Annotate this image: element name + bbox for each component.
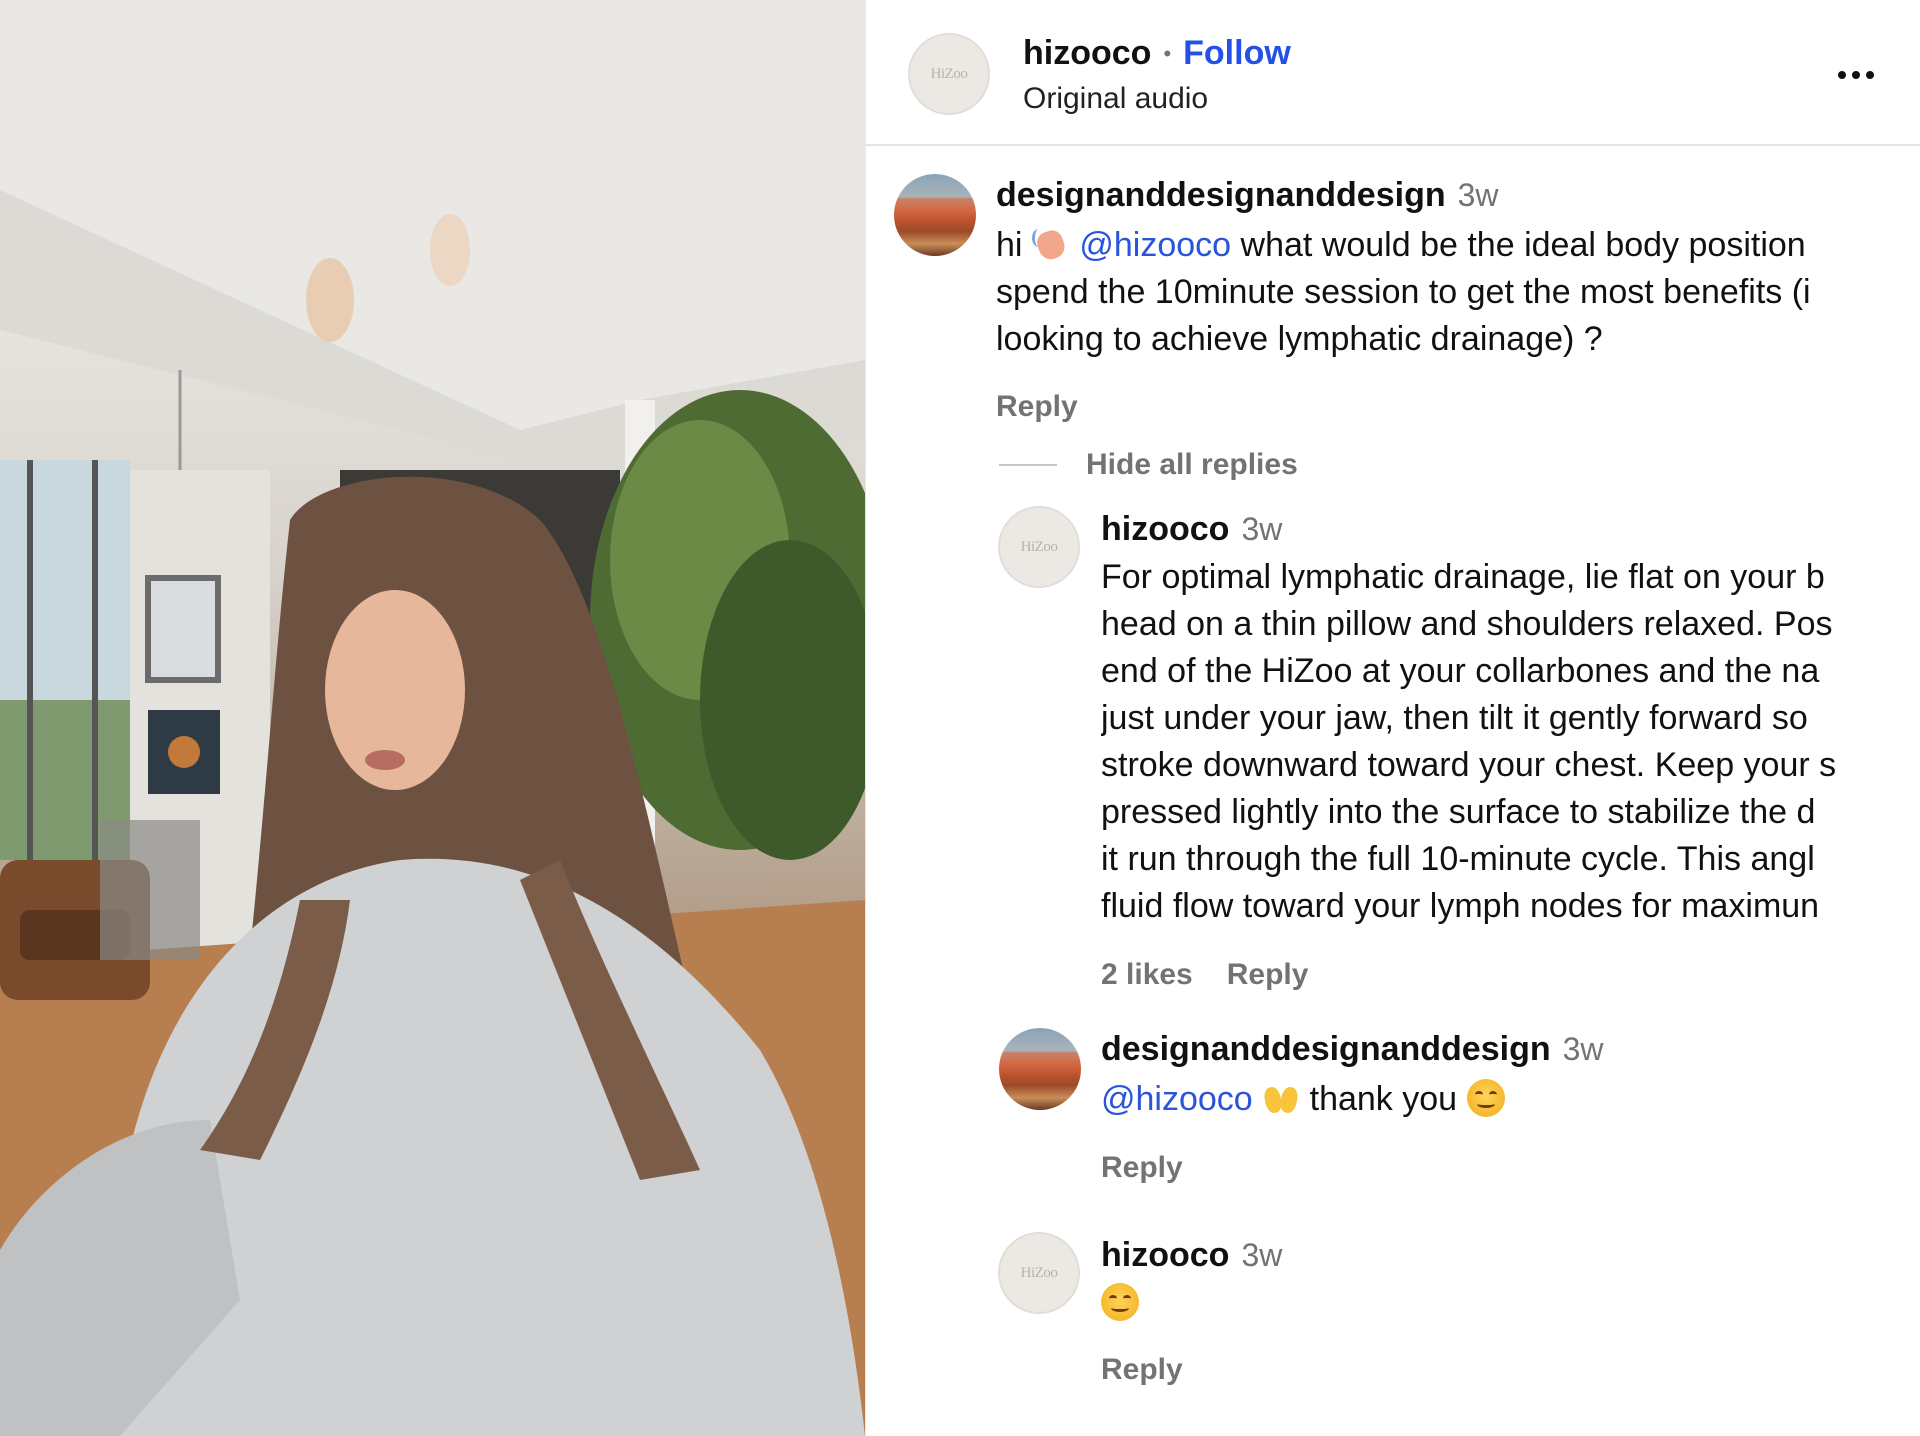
reply-line: stroke downward toward your chest. Keep … (1101, 746, 1837, 784)
reply-button[interactable]: Reply (1101, 1353, 1183, 1387)
mention-link[interactable]: @hizooco (1079, 226, 1231, 264)
reply-time: 3w (1241, 511, 1283, 547)
reply-button[interactable]: Reply (1227, 958, 1309, 992)
reply-text (1101, 1280, 1906, 1327)
reply-actions: 2 likes Reply (1101, 958, 1308, 992)
author-line: hizooco • Follow (1023, 34, 1291, 73)
reply-button[interactable]: Reply (1101, 1151, 1183, 1185)
mention-link[interactable]: @hizooco (1101, 1080, 1253, 1118)
reply-line: pressed lightly into the surface to stab… (1101, 793, 1816, 831)
replies-divider (999, 464, 1057, 466)
reply-header: hizooco 3w (1101, 510, 1282, 549)
reply-line: head on a thin pillow and shoulders rela… (1101, 605, 1833, 643)
reply-line: it run through the full 10-minute cycle.… (1101, 840, 1815, 878)
smiling-face-emoji (1101, 1283, 1139, 1321)
more-dot (1838, 71, 1846, 79)
comment-line: spend the 10minute session to get the mo… (996, 273, 1811, 311)
reply-line: fluid flow toward your lymph nodes for m… (1101, 887, 1820, 925)
reply-username[interactable]: hizooco (1101, 1236, 1229, 1275)
reply-button[interactable]: Reply (996, 390, 1078, 424)
smiling-face-emoji (1466, 1079, 1505, 1117)
reply-time: 3w (1562, 1031, 1604, 1067)
reply-avatar[interactable]: HiZoo (998, 1232, 1080, 1314)
video-player[interactable] (0, 0, 865, 1436)
comment-line: hi @hizooco what would be the ideal body… (996, 222, 1906, 269)
likes-count[interactable]: 2 likes (1101, 958, 1193, 992)
reply-actions: Reply (1101, 1353, 1183, 1387)
comments-panel: HiZoo hizooco • Follow Original audio de… (865, 0, 1920, 1436)
comment-username[interactable]: designanddesignanddesign (996, 176, 1446, 215)
comment-time: 3w (1457, 177, 1499, 213)
reply-actions: Reply (1101, 1151, 1183, 1185)
comment-line: looking to achieve lymphatic drainage) ? (996, 320, 1603, 358)
more-options-icon[interactable] (1831, 55, 1881, 95)
reply-username[interactable]: designanddesignanddesign (1101, 1030, 1551, 1069)
author-username[interactable]: hizooco (1023, 34, 1151, 73)
comment-header: designanddesignanddesign 3w (996, 176, 1499, 215)
hide-replies-button[interactable]: Hide all replies (1086, 448, 1298, 482)
waving-hand-emoji (1031, 225, 1070, 263)
reply-avatar[interactable] (999, 1028, 1081, 1110)
more-dot (1866, 71, 1874, 79)
follow-button[interactable]: Follow (1183, 34, 1291, 73)
reply-header: designanddesignanddesign 3w (1101, 1030, 1604, 1069)
post-header: HiZoo hizooco • Follow Original audio (866, 0, 1920, 146)
reply-line: end of the HiZoo at your collarbones and… (1101, 652, 1820, 690)
reply-header: hizooco 3w (1101, 1236, 1282, 1275)
reply-line-text: thank you (1309, 1080, 1458, 1118)
comment-text-prefix: hi (996, 226, 1023, 264)
author-avatar[interactable]: HiZoo (908, 33, 990, 115)
app-root: HiZoo hizooco • Follow Original audio de… (0, 0, 1920, 1436)
audio-label[interactable]: Original audio (1023, 82, 1208, 116)
comment-line-text: what would be the ideal body position (1240, 226, 1806, 264)
commenter-avatar[interactable] (894, 174, 976, 256)
separator-dot: • (1163, 40, 1172, 66)
reply-text: @hizooco thank you (1101, 1076, 1906, 1123)
reply-line: For optimal lymphatic drainage, lie flat… (1101, 558, 1825, 596)
comment-text: hi @hizooco what would be the ideal body… (996, 222, 1906, 363)
more-dot (1852, 71, 1860, 79)
reply-avatar[interactable]: HiZoo (998, 506, 1080, 588)
reply-text: For optimal lymphatic drainage, lie flat… (1101, 554, 1906, 930)
reply-username[interactable]: hizooco (1101, 510, 1229, 549)
comment-actions: Reply (996, 390, 1078, 424)
video-frame (0, 0, 865, 1436)
reply-time: 3w (1241, 1237, 1283, 1273)
raising-hands-emoji (1262, 1079, 1300, 1117)
reply-line: just under your jaw, then tilt it gently… (1101, 699, 1808, 737)
